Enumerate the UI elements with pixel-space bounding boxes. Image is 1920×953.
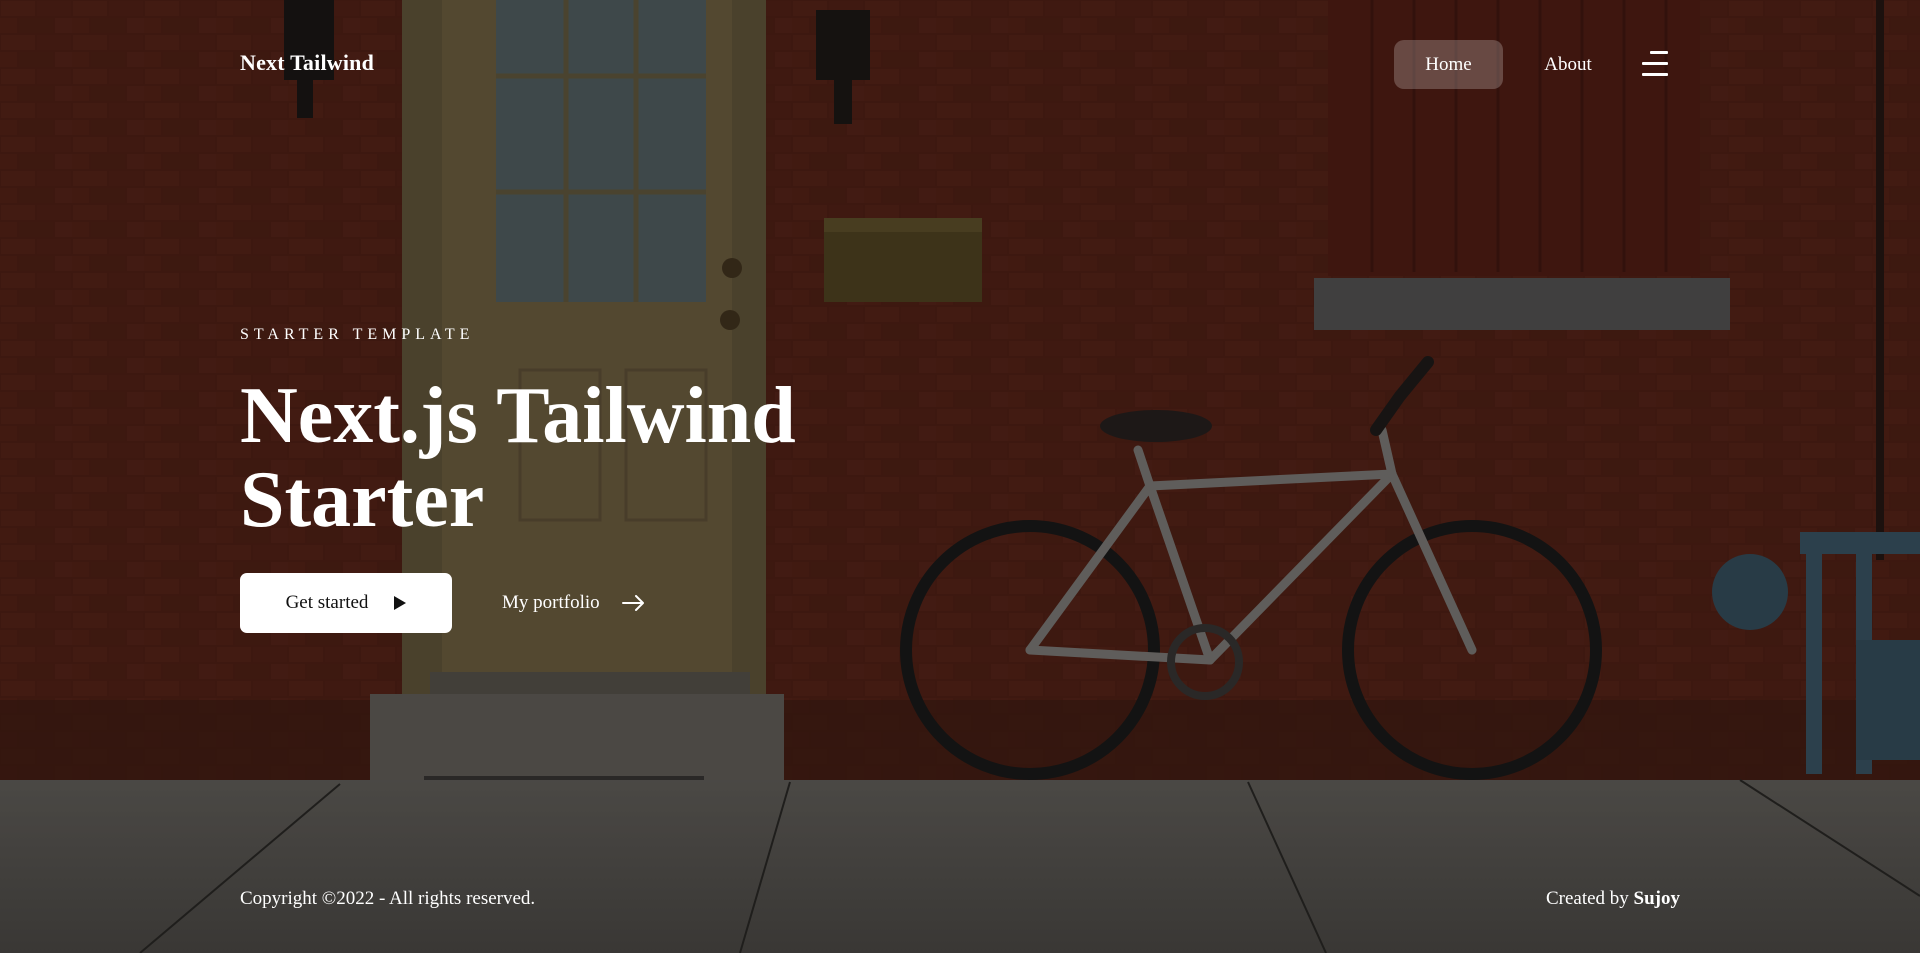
get-started-label: Get started bbox=[285, 592, 369, 613]
menu-line bbox=[1642, 62, 1668, 65]
hamburger-menu-icon[interactable] bbox=[1638, 48, 1672, 80]
footer-credit-prefix: Created by bbox=[1545, 888, 1629, 909]
play-icon bbox=[394, 596, 407, 610]
hero-title-line-1: Next.js Tailwind bbox=[240, 372, 796, 460]
brand-logo[interactable]: Next Tailwind bbox=[240, 50, 374, 76]
hero-title: Next.js Tailwind Starter bbox=[240, 374, 940, 542]
hero-eyebrow: STARTER TEMPLATE bbox=[240, 326, 475, 343]
footer-copyright: Copyright ©2022 - All rights reserved. bbox=[240, 888, 536, 909]
my-portfolio-label: My portfolio bbox=[502, 592, 600, 613]
arrow-right-icon bbox=[621, 595, 644, 611]
get-started-button[interactable]: Get started bbox=[240, 573, 452, 633]
nav-item-home[interactable]: Home bbox=[1394, 40, 1503, 89]
hero-title-line-2: Starter bbox=[240, 456, 485, 544]
footer-credit: Created by Sujoy bbox=[1546, 888, 1680, 910]
nav-item-about[interactable]: About bbox=[1520, 40, 1616, 89]
my-portfolio-button[interactable]: My portfolio bbox=[486, 573, 662, 633]
menu-line bbox=[1650, 51, 1668, 54]
footer-credit-name[interactable]: Sujoy bbox=[1634, 888, 1680, 909]
menu-line bbox=[1642, 73, 1668, 76]
